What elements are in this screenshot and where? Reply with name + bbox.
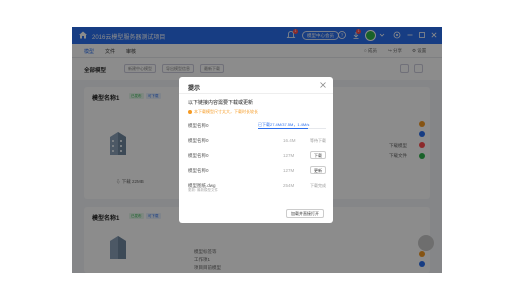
download-row: 模型名称0 127M 下载 — [188, 151, 326, 165]
warning-icon — [188, 109, 192, 114]
dialog-message: 以下链接内容需要下载或更新 — [188, 100, 254, 106]
row-name: 模型名称0 — [188, 168, 209, 173]
app-window: 2016云模型服务器测试项目 1 模型中心会员 ? 1 模型 文件 审核 ○ 成… — [72, 27, 442, 273]
update-button[interactable]: 更新 — [310, 166, 326, 174]
close-icon[interactable] — [319, 81, 327, 89]
row-subtext: 更新: 最新模型文件 — [188, 188, 218, 192]
progress-bar — [258, 128, 326, 129]
row-size: 127M — [283, 168, 295, 173]
download-row: 模型名称0 127M 更新 — [188, 166, 326, 180]
download-row: 模型图纸.dwg 更新: 最新模型文件 254M 下载完成 — [188, 181, 326, 195]
progress-fill — [258, 128, 308, 129]
load-and-open-button[interactable]: 加载并直接打开 — [286, 209, 324, 218]
download-row: 模型名称0 已下载27.4M/37.5M，1.4M/s — [188, 121, 326, 135]
divider — [179, 93, 333, 94]
download-dialog: 提示 以下链接内容需要下载或更新 本下载模型尺寸太大，下载时长较长 模型名称0 … — [179, 77, 333, 223]
download-button[interactable]: 下载 — [310, 151, 326, 159]
row-name: 模型名称0 — [188, 153, 209, 158]
row-size: 127M — [283, 153, 295, 158]
row-status: 等待下载 — [310, 138, 326, 143]
row-size: 16.4M — [283, 138, 296, 143]
row-name: 模型名称0 — [188, 123, 209, 128]
row-size: 254M — [283, 183, 295, 188]
download-row: 模型名称0 16.4M 等待下载 — [188, 136, 326, 150]
row-name: 模型名称0 — [188, 138, 209, 143]
warning-text: 本下载模型尺寸太大，下载时长较长 — [188, 109, 258, 115]
row-status: 下载完成 — [310, 183, 326, 188]
dialog-title: 提示 — [188, 86, 201, 92]
